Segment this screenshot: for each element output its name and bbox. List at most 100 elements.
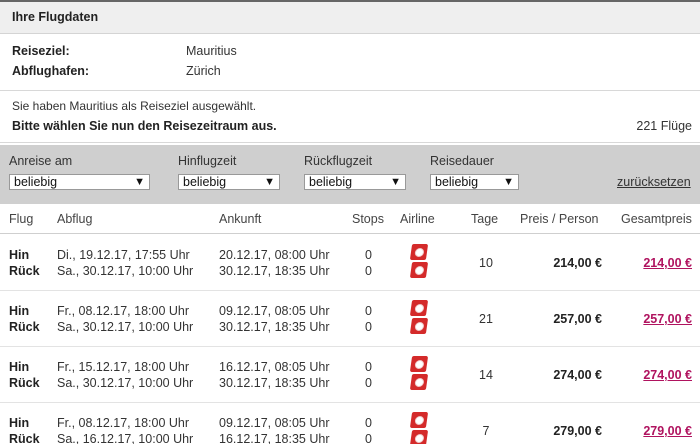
airline-logo-icon	[409, 374, 429, 390]
dropdown-arrow-icon: ▼	[390, 176, 401, 188]
flug-cell: Hin Rück	[9, 303, 40, 335]
stops-cell: 00	[365, 359, 372, 391]
ankunft-cell: 16.12.17, 08:05 Uhr 30.12.17, 18:35 Uhr	[219, 359, 330, 391]
filter-anreise: Anreise am beliebig ▼	[9, 154, 150, 190]
filter-hinflugzeit: Hinflugzeit beliebig ▼	[178, 154, 280, 190]
filter-label: Reisedauer	[430, 154, 494, 168]
reisedauer-select[interactable]: beliebig ▼	[430, 174, 519, 190]
rueck-abflug: Sa., 16.12.17, 10:00 Uhr	[57, 432, 194, 444]
tage-cell: 14	[479, 368, 493, 382]
hin-stops: 0	[365, 360, 372, 374]
table-row[interactable]: Hin Rück Fr., 08.12.17, 18:00 Uhr Sa., 30.1…	[0, 291, 700, 347]
select-value: beliebig	[14, 175, 58, 189]
flight-info: Reiseziel: Mauritius Abflughafen: Zürich	[12, 42, 237, 82]
notice-prompt: Bitte wählen Sie nun den Reisezeitraum a…	[12, 118, 692, 138]
hin-abflug: Fr., 08.12.17, 18:00 Uhr	[57, 416, 190, 430]
airline-logo-icon	[409, 262, 429, 278]
flug-cell: Hin Rück	[9, 415, 40, 444]
hin-label: Hin	[9, 304, 30, 318]
abflug-cell: Di., 19.12.17, 17:55 Uhr Sa., 30.12.17, 1…	[57, 247, 193, 279]
hin-ankunft: 20.12.17, 08:00 Uhr	[219, 248, 330, 262]
flug-cell: Hin Rück	[9, 359, 40, 391]
rueck-label: Rück	[9, 320, 40, 334]
column-header-preis: Preis / Person	[520, 212, 599, 226]
rueck-ankunft: 16.12.17, 18:35 Uhr	[219, 432, 330, 444]
airport-value: Zürich	[186, 64, 221, 78]
airline-cell	[409, 300, 429, 336]
column-header-ankunft: Ankunft	[219, 212, 262, 226]
filter-bar: Anreise am beliebig ▼ Hinflugzeit belieb…	[0, 145, 700, 204]
ankunft-cell: 09.12.17, 08:05 Uhr 16.12.17, 18:35 Uhr	[219, 415, 330, 444]
rueck-ankunft: 30.12.17, 18:35 Uhr	[219, 320, 330, 334]
rueck-ankunft: 30.12.17, 18:35 Uhr	[219, 264, 330, 278]
hin-label: Hin	[9, 360, 30, 374]
rueck-abflug: Sa., 30.12.17, 10:00 Uhr	[57, 376, 194, 390]
divider	[0, 142, 700, 143]
price-per-person: 279,00 €	[553, 424, 602, 438]
destination-label: Reiseziel:	[12, 44, 70, 58]
rueck-label: Rück	[9, 264, 40, 278]
table-row[interactable]: Hin Rück Fr., 08.12.17, 18:00 Uhr Sa., 16.1…	[0, 403, 700, 444]
airline-logo-icon	[409, 412, 429, 428]
rueckflugzeit-select[interactable]: beliebig ▼	[304, 174, 406, 190]
panel-title: Ihre Flugdaten	[0, 0, 700, 34]
rueck-stops: 0	[365, 376, 372, 390]
tage-cell: 10	[479, 256, 493, 270]
rueck-stops: 0	[365, 320, 372, 334]
hin-abflug: Di., 19.12.17, 17:55 Uhr	[57, 248, 190, 262]
price-per-person: 214,00 €	[553, 256, 602, 270]
total-price-link[interactable]: 257,00 €	[626, 311, 692, 327]
hin-label: Hin	[9, 248, 30, 262]
hin-ankunft: 09.12.17, 08:05 Uhr	[219, 416, 330, 430]
airline-cell	[409, 244, 429, 280]
destination-value: Mauritius	[186, 44, 237, 58]
tage-cell: 21	[479, 312, 493, 326]
airport-row: Abflughafen: Zürich	[12, 62, 237, 82]
dropdown-arrow-icon: ▼	[503, 176, 514, 188]
hin-stops: 0	[365, 416, 372, 430]
total-price-link[interactable]: 214,00 €	[626, 255, 692, 271]
table-row[interactable]: Hin Rück Di., 19.12.17, 17:55 Uhr Sa., 30.1…	[0, 235, 700, 291]
airline-logo-icon	[409, 244, 429, 260]
rueck-stops: 0	[365, 432, 372, 444]
select-value: beliebig	[309, 175, 353, 189]
tage-cell: 7	[482, 424, 490, 438]
reset-filters-link[interactable]: zurücksetzen	[617, 175, 691, 189]
hin-stops: 0	[365, 248, 372, 262]
rueck-ankunft: 30.12.17, 18:35 Uhr	[219, 376, 330, 390]
rueck-label: Rück	[9, 376, 40, 390]
column-header-gesamt: Gesamtpreis	[621, 212, 692, 226]
filter-rueckflugzeit: Rückflugzeit beliebig ▼	[304, 154, 406, 190]
airline-cell	[409, 356, 429, 392]
hin-ankunft: 09.12.17, 08:05 Uhr	[219, 304, 330, 318]
rueck-label: Rück	[9, 432, 40, 444]
flug-cell: Hin Rück	[9, 247, 40, 279]
stops-cell: 00	[365, 415, 372, 444]
ankunft-cell: 20.12.17, 08:00 Uhr 30.12.17, 18:35 Uhr	[219, 247, 330, 279]
airline-logo-icon	[409, 430, 429, 444]
column-header-tage: Tage	[471, 212, 499, 226]
price-per-person: 257,00 €	[553, 312, 602, 326]
rueck-abflug: Sa., 30.12.17, 10:00 Uhr	[57, 320, 194, 334]
notice-instruction: Bitte wählen Sie nun den Reisezeitraum a…	[12, 119, 277, 133]
divider	[0, 90, 700, 91]
filter-reisedauer: Reisedauer beliebig ▼	[430, 154, 519, 190]
hin-label: Hin	[9, 416, 30, 430]
stops-cell: 00	[365, 247, 372, 279]
select-value: beliebig	[435, 175, 479, 189]
total-price-link[interactable]: 279,00 €	[626, 423, 692, 439]
column-header-airline: Airline	[400, 212, 435, 226]
table-row[interactable]: Hin Rück Fr., 15.12.17, 18:00 Uhr Sa., 30.1…	[0, 347, 700, 403]
select-value: beliebig	[183, 175, 227, 189]
hin-ankunft: 16.12.17, 08:05 Uhr	[219, 360, 330, 374]
rueck-stops: 0	[365, 264, 372, 278]
column-header-abflug: Abflug	[57, 212, 93, 226]
airport-label: Abflughafen:	[12, 64, 90, 78]
hinflugzeit-select[interactable]: beliebig ▼	[178, 174, 280, 190]
total-price-link[interactable]: 274,00 €	[626, 367, 692, 383]
dropdown-arrow-icon: ▼	[134, 176, 145, 188]
airline-logo-icon	[409, 356, 429, 372]
stops-cell: 00	[365, 303, 372, 335]
anreise-select[interactable]: beliebig ▼	[9, 174, 150, 190]
table-header: Flug Abflug Ankunft Stops Airline Tage P…	[0, 204, 700, 234]
